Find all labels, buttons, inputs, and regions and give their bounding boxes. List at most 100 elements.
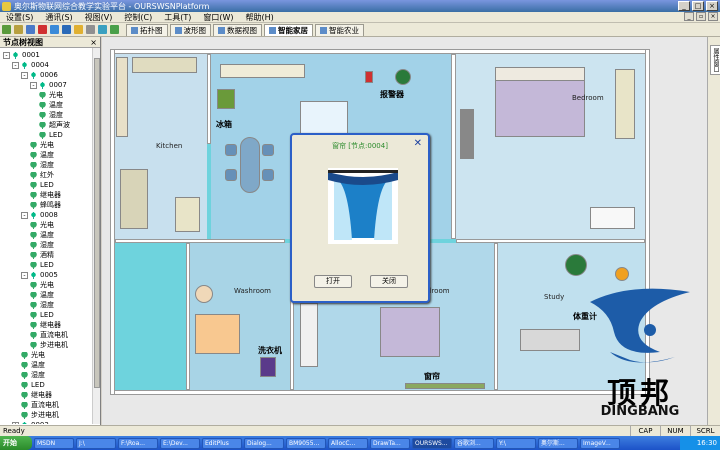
panel-close-button[interactable]: × (90, 37, 100, 47)
settings-icon[interactable] (86, 25, 95, 34)
tree-node[interactable]: 光电 (39, 90, 63, 100)
start-button[interactable]: 开始 (0, 436, 32, 450)
taskbar-item[interactable]: MSDN (34, 437, 74, 449)
expand-toggle[interactable]: - (21, 71, 28, 79)
tree-node[interactable]: 直流电机 (30, 330, 68, 340)
tree-node[interactable]: - 0005 (21, 270, 58, 280)
expand-toggle[interactable]: - (30, 81, 37, 89)
tree-node[interactable]: 光电 (21, 350, 45, 360)
taskbar-item[interactable]: 谷歌浏... (454, 437, 494, 449)
menu-window[interactable]: 窗口(W) (203, 12, 233, 23)
tree-node[interactable]: 光电 (30, 220, 54, 230)
taskbar-item[interactable]: AllocC... (328, 437, 368, 449)
tree-node[interactable]: 温度 (21, 360, 45, 370)
tree-node[interactable]: 温度 (30, 150, 54, 160)
fridge-icon[interactable] (217, 89, 235, 109)
tab-smart-agri[interactable]: 智能农业 (315, 23, 364, 36)
tree-node[interactable]: - 0006 (21, 70, 58, 80)
help-icon[interactable] (110, 25, 119, 34)
tree-node[interactable]: 继电器 (30, 320, 61, 330)
taskbar-item[interactable]: E:\Dev... (160, 437, 200, 449)
tree-node[interactable]: 蜂鸣器 (30, 200, 61, 210)
menu-settings[interactable]: 设置(S) (6, 12, 33, 23)
expand-toggle[interactable]: + (12, 421, 19, 424)
taskbar-item[interactable]: DrawTa... (370, 437, 410, 449)
tree-node[interactable]: 酒精 (30, 250, 54, 260)
menu-view[interactable]: 视图(V) (85, 12, 113, 23)
tree-node[interactable]: 直流电机 (21, 400, 59, 410)
tree-node[interactable]: LED (39, 130, 63, 140)
refresh-icon[interactable] (98, 25, 107, 34)
tree-node[interactable]: - 0007 (30, 80, 67, 90)
alarm-icon[interactable] (365, 71, 373, 83)
tree-node[interactable]: 光电 (30, 280, 54, 290)
tab-topology[interactable]: 拓扑图 (126, 23, 168, 36)
expand-toggle[interactable]: - (21, 211, 28, 219)
taskbar-item[interactable]: OURSWS... (412, 437, 452, 449)
tree-scrollbar[interactable] (92, 48, 100, 424)
connect-icon[interactable] (2, 25, 11, 34)
info-icon[interactable] (50, 25, 59, 34)
close-button[interactable]: × (706, 1, 718, 11)
scale-icon[interactable] (615, 267, 629, 281)
tree-node[interactable]: 步进电机 (30, 340, 68, 350)
close-button[interactable]: 关闭 (370, 275, 408, 288)
maximize-button[interactable]: □ (692, 1, 704, 11)
tree-node[interactable]: - 0004 (12, 60, 49, 70)
tree-node[interactable]: - 0008 (21, 210, 58, 220)
tree-node[interactable]: 光电 (30, 140, 54, 150)
tree-node[interactable]: 湿度 (39, 110, 63, 120)
menu-comm[interactable]: 通讯(S) (45, 12, 72, 23)
menu-control[interactable]: 控制(C) (124, 12, 152, 23)
menu-help[interactable]: 帮助(H) (246, 12, 274, 23)
minimize-button[interactable]: _ (678, 1, 690, 11)
tree-node[interactable]: LED (30, 310, 54, 320)
taskbar-item[interactable]: 奥尔斯... (538, 437, 578, 449)
anchor-icon[interactable] (62, 25, 71, 34)
tree-node[interactable]: - 0001 (3, 50, 40, 60)
property-tab[interactable]: 属性窗口 (710, 45, 720, 75)
taskbar-item[interactable]: BM9055... (286, 437, 326, 449)
tree-node[interactable]: 湿度 (30, 300, 54, 310)
washer-icon[interactable] (260, 357, 276, 377)
stop-icon[interactable] (38, 25, 47, 34)
tree-node[interactable]: 步进电机 (21, 410, 59, 420)
tree-node[interactable]: LED (30, 180, 54, 190)
curtain-rail[interactable] (405, 383, 485, 389)
tab-waveform[interactable]: 波形图 (169, 23, 211, 36)
menu-tools[interactable]: 工具(T) (164, 12, 191, 23)
tree-node[interactable]: 湿度 (21, 370, 45, 380)
tree-node[interactable]: 继电器 (30, 190, 61, 200)
tree-node[interactable]: 温度 (39, 100, 63, 110)
tree-node[interactable]: 湿度 (30, 160, 54, 170)
taskbar-item[interactable]: J:\ (76, 437, 116, 449)
dialog-close-icon[interactable]: ✕ (414, 138, 422, 149)
tree-node[interactable]: 继电器 (21, 390, 52, 400)
tree-node[interactable]: +0003 (12, 420, 49, 424)
scroll-thumb[interactable] (94, 58, 100, 388)
tree-node[interactable]: 超声波 (39, 120, 70, 130)
tree-node[interactable]: 红外 (30, 170, 54, 180)
tree-node[interactable]: 温度 (30, 230, 54, 240)
edit-icon[interactable] (14, 25, 23, 34)
tree-node[interactable]: LED (30, 260, 54, 270)
mdi-minimize-button[interactable]: _ (684, 12, 694, 21)
taskbar-item[interactable]: EditPlus (202, 437, 242, 449)
open-button[interactable]: 打开 (314, 275, 352, 288)
taskbar-item[interactable]: Dialog... (244, 437, 284, 449)
expand-toggle[interactable]: - (3, 51, 10, 59)
mdi-close-button[interactable]: × (708, 12, 718, 21)
dining-table[interactable] (240, 137, 260, 193)
play-icon[interactable] (26, 25, 35, 34)
tab-data-view[interactable]: 数据视图 (213, 23, 262, 36)
mdi-restore-button[interactable]: ▫ (696, 12, 706, 21)
home-icon[interactable] (74, 25, 83, 34)
expand-toggle[interactable]: - (12, 61, 19, 69)
taskbar-item[interactable]: Y:\ (496, 437, 536, 449)
taskbar-item[interactable]: ImageV... (580, 437, 620, 449)
taskbar-item[interactable]: F:\Roa... (118, 437, 158, 449)
tab-smart-home[interactable]: 智能家居 (264, 23, 313, 36)
tree-node[interactable]: 湿度 (30, 240, 54, 250)
expand-toggle[interactable]: - (21, 271, 28, 279)
tree-node[interactable]: LED (21, 380, 45, 390)
